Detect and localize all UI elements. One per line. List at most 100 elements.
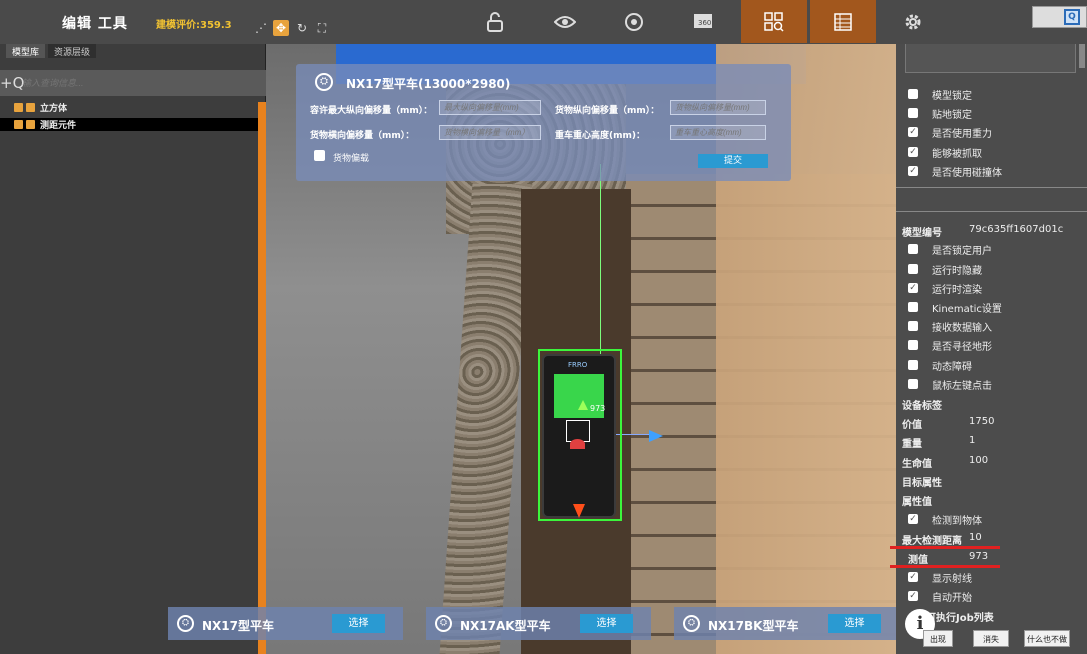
svg-text:360: 360: [698, 19, 711, 27]
ground-lock-row[interactable]: 贴地锁定: [908, 106, 972, 121]
checkbox-checked[interactable]: ✓: [908, 514, 918, 524]
use-gravity-row[interactable]: ✓ 是否使用重力: [908, 125, 992, 140]
max-longitudinal-offset-label: 容许最大纵向偏移量（mm）：: [310, 106, 433, 116]
vehicle-title: NX17型平车(13000*2980): [346, 77, 511, 91]
vehicle-selector-nx17bk: ⛭ NX17BK型平车 选择: [674, 607, 896, 640]
checkbox[interactable]: [908, 379, 918, 389]
disappear-button[interactable]: 消失: [973, 630, 1009, 647]
checkbox-checked[interactable]: ✓: [908, 147, 918, 157]
checkbox[interactable]: [908, 321, 918, 331]
properties-preview-box: [905, 44, 1076, 73]
model-lock-row[interactable]: 模型锁定: [908, 87, 972, 102]
scale-tool-icon[interactable]: ⛶: [314, 20, 330, 36]
highlight-underline: [890, 565, 1000, 568]
checkbox-checked[interactable]: ✓: [908, 591, 918, 601]
select-button[interactable]: 选择: [580, 614, 633, 633]
do-nothing-button[interactable]: 什么也不做: [1024, 630, 1070, 647]
tab-model-library[interactable]: 模型库: [6, 44, 46, 58]
edit-icon[interactable]: [26, 103, 35, 112]
show-ray-row[interactable]: ✓ 显示射线: [908, 570, 972, 585]
checkbox[interactable]: [908, 360, 918, 370]
runtime-render-row[interactable]: ✓ 运行时渲染: [908, 281, 982, 296]
table-icon[interactable]: [810, 0, 876, 43]
rotate-tool-icon[interactable]: ↻: [294, 20, 310, 36]
checkbox-checked[interactable]: ✓: [908, 572, 918, 582]
tree-item-cube[interactable]: 立方体: [0, 101, 258, 114]
gizmo-red-button: [570, 439, 585, 449]
train-icon: ⛭: [683, 615, 700, 632]
orbit-icon[interactable]: [601, 0, 667, 43]
weight-value[interactable]: 1: [969, 435, 975, 446]
visibility-icon[interactable]: [14, 103, 23, 112]
tree-item-range-sensor[interactable]: 测距元件: [0, 118, 258, 131]
panel-scrollbar[interactable]: [1079, 44, 1085, 68]
appear-button[interactable]: 出现: [923, 630, 953, 647]
checkbox[interactable]: [908, 89, 918, 99]
axis-x-arrow[interactable]: [649, 430, 663, 442]
measured-label: 测值: [908, 555, 928, 566]
runtime-hide-row[interactable]: 运行时隐藏: [908, 262, 982, 277]
tab-resource-hierarchy[interactable]: 资源层级: [48, 44, 97, 58]
max-longitudinal-offset-input[interactable]: [439, 100, 541, 115]
terrain-pathing-row[interactable]: 是否寻径地形: [908, 338, 992, 353]
checkbox-checked[interactable]: ✓: [908, 166, 918, 176]
select-button[interactable]: 选择: [828, 614, 881, 633]
cargo-lateral-offset-input[interactable]: [439, 125, 541, 140]
lock-user-row[interactable]: 是否锁定用户: [908, 242, 992, 257]
select-button[interactable]: 选择: [332, 614, 385, 633]
cargo-lateral-offset-label: 货物横向偏移量（mm）：: [310, 131, 415, 141]
hp-value[interactable]: 100: [969, 455, 988, 466]
move-tool-icon[interactable]: ✥: [273, 20, 289, 36]
kinematic-row[interactable]: Kinematic设置: [908, 300, 1002, 315]
detect-object-row[interactable]: ✓ 检测到物体: [908, 512, 982, 527]
vehicle-selector-nx17: ⛭ NX17型平车 选择: [168, 607, 403, 640]
gear-icon[interactable]: [880, 0, 946, 43]
left-click-row[interactable]: 鼠标左键点击: [908, 377, 992, 392]
axis-y-arrow[interactable]: [578, 400, 588, 410]
search-input[interactable]: [20, 75, 260, 91]
use-collider-row[interactable]: ✓ 是否使用碰撞体: [908, 164, 1002, 179]
cargo-longitudinal-offset-label: 货物纵向偏移量（mm）：: [555, 106, 660, 116]
center-of-gravity-label: 重车重心高度(mm)：: [555, 131, 645, 141]
share-tool-icon[interactable]: ⋰: [253, 20, 269, 36]
value-value[interactable]: 1750: [969, 416, 994, 427]
unbalanced-load-checkbox[interactable]: [314, 150, 325, 161]
highlight-underline: [890, 546, 1000, 549]
gizmo-distance-label: 973: [590, 404, 606, 413]
receive-input-row[interactable]: 接收数据输入: [908, 319, 992, 334]
measured-value: 973: [969, 551, 989, 562]
vehicle-config-panel: ⛭ NX17型平车(13000*2980) 容许最大纵向偏移量（mm）： 货物纵…: [296, 64, 791, 181]
app-logo-icon: Q: [1064, 9, 1080, 25]
weight-label: 重量: [902, 439, 922, 450]
model-id-label: 模型编号: [902, 228, 942, 239]
grabbable-row[interactable]: ✓ 能够被抓取: [908, 145, 982, 160]
eye-icon[interactable]: [532, 0, 598, 43]
checkbox-checked[interactable]: ✓: [908, 283, 918, 293]
checkbox[interactable]: [908, 244, 918, 254]
scrollbar[interactable]: [258, 102, 266, 654]
grid-search-icon[interactable]: [741, 0, 807, 43]
cargo-longitudinal-offset-input[interactable]: [670, 100, 766, 115]
model-id-value: 79c635ff1607d01c: [969, 224, 1064, 235]
visibility-icon[interactable]: [14, 120, 23, 129]
auto-start-row[interactable]: ✓ 自动开始: [908, 589, 972, 604]
submit-button[interactable]: 提交: [698, 154, 768, 168]
checkbox[interactable]: [908, 340, 918, 350]
dynamic-obstacle-row[interactable]: 动态障碍: [908, 358, 972, 373]
vehicle-name: NX17BK型平车: [708, 619, 799, 633]
checkbox[interactable]: [908, 302, 918, 312]
checkbox-checked[interactable]: ✓: [908, 127, 918, 137]
window-app-button[interactable]: Q: [1032, 6, 1087, 28]
lock-icon[interactable]: [462, 0, 528, 43]
left-panel: 模型库 资源层级 +Q 立方体 测距元件: [0, 44, 266, 654]
panorama-360-icon[interactable]: 360: [671, 0, 737, 43]
device-tag-label: 设备标签: [902, 401, 942, 412]
axis-z-arrow[interactable]: [573, 504, 585, 518]
checkbox[interactable]: [908, 264, 918, 274]
top-toolbar: 编辑 工具 建模评价:359.3 ⋰ ✥ ↻ ⛶ 360 Q: [0, 0, 1087, 44]
vehicle-name: NX17型平车: [202, 619, 274, 633]
edit-icon[interactable]: [26, 120, 35, 129]
center-of-gravity-input[interactable]: [670, 125, 766, 140]
checkbox[interactable]: [908, 108, 918, 118]
max-distance-value[interactable]: 10: [969, 532, 982, 543]
